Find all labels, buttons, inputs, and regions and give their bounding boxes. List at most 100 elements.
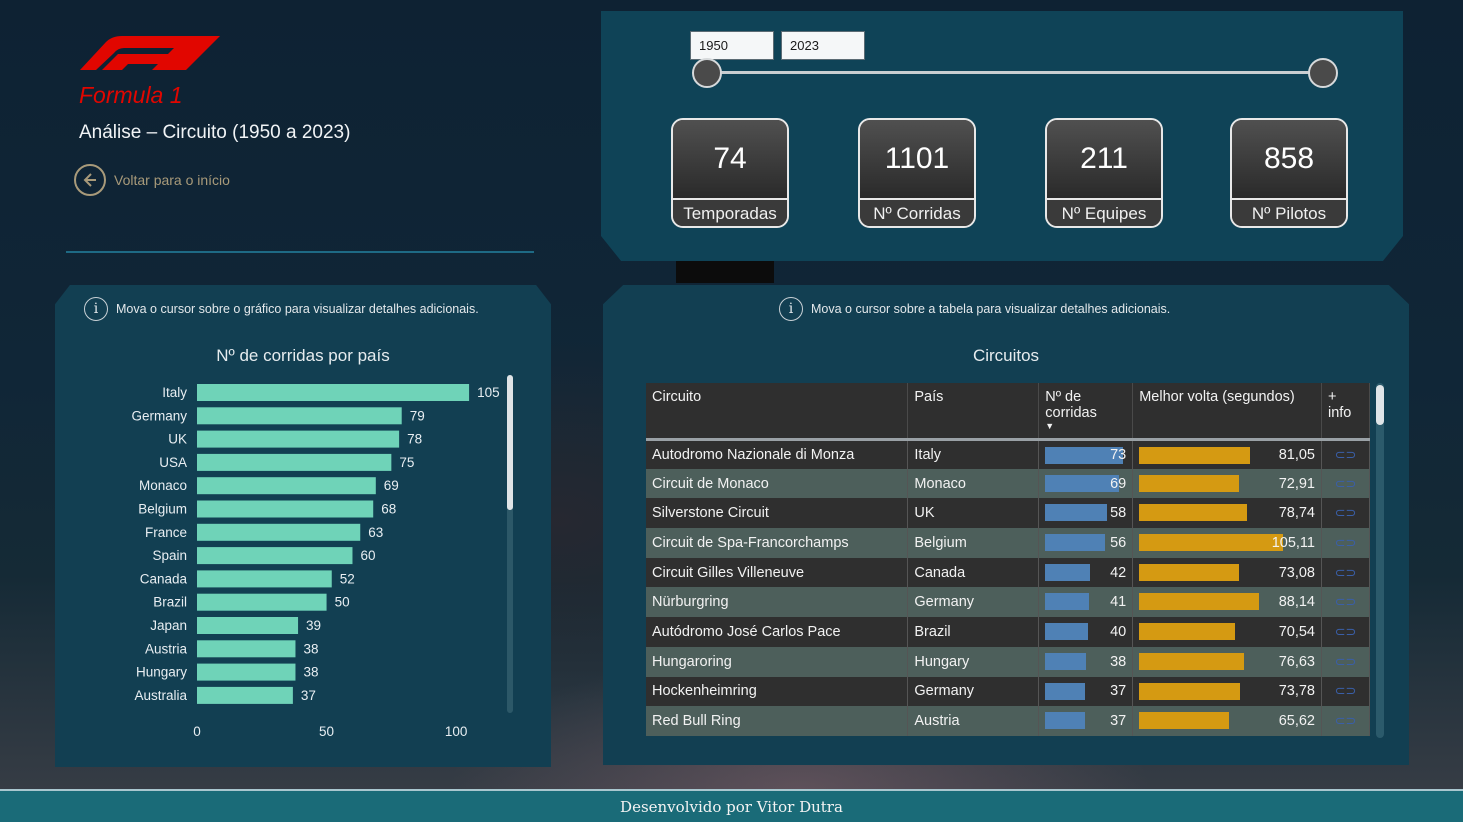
bar[interactable] [197, 663, 296, 681]
table-row[interactable]: Autódromo José Carlos Pace Brazil 40 70,54 ⊂… [646, 617, 1371, 647]
kpi-card-seasons: 74 Temporadas [671, 118, 789, 228]
cell-circuit: Hungaroring [646, 646, 909, 677]
bar[interactable] [197, 547, 353, 565]
cell-best-lap: 70,54 [1132, 617, 1322, 647]
column-header-country[interactable]: País [907, 383, 1040, 441]
kpi-races-value: 1101 [860, 120, 974, 198]
table-row[interactable]: Hockenheimring Germany 37 73,78 ⊂⊃ [646, 676, 1371, 707]
races-value: 37 [1110, 683, 1127, 700]
cell-best-lap: 72,91 [1132, 468, 1322, 499]
link-icon[interactable]: ⊂⊃ [1321, 439, 1371, 469]
bar[interactable] [197, 640, 296, 658]
info-icon: i [84, 297, 108, 321]
table-row[interactable]: Circuit Gilles Villeneuve Canada 42 73,08 ⊂⊃ [646, 557, 1371, 588]
arrow-left-icon[interactable] [74, 164, 106, 196]
link-icon[interactable]: ⊂⊃ [1321, 706, 1371, 736]
cell-races: 58 [1038, 498, 1134, 529]
cell-best-lap: 105,11 [1132, 528, 1322, 558]
data-label: 38 [303, 641, 318, 656]
cell-best-lap: 76,63 [1132, 646, 1322, 677]
races-value: 41 [1110, 594, 1127, 611]
link-icon[interactable]: ⊂⊃ [1321, 468, 1371, 499]
category-label: France [145, 525, 187, 540]
races-data-bar [1045, 623, 1088, 641]
link-icon[interactable]: ⊂⊃ [1321, 646, 1371, 677]
link-icon[interactable]: ⊂⊃ [1321, 557, 1371, 588]
races-data-bar [1045, 504, 1108, 522]
table-row[interactable]: Circuit de Monaco Monaco 69 72,91 ⊂⊃ [646, 468, 1371, 499]
f1-logo-graphic [80, 36, 220, 70]
cell-country: Brazil [907, 617, 1040, 647]
best-lap-value: 81,05 [1278, 446, 1315, 463]
bar[interactable] [197, 686, 293, 704]
bar[interactable] [197, 617, 299, 634]
table-scrollbar-thumb[interactable] [1376, 385, 1384, 425]
cell-best-lap: 81,05 [1132, 439, 1322, 469]
table-hint: i Mova o cursor sobre a tabela para visu… [779, 297, 1170, 321]
sort-desc-icon[interactable]: ▼ [1045, 421, 1126, 431]
table-row[interactable]: Nürburgring Germany 41 88,14 ⊂⊃ [646, 587, 1371, 618]
data-label: 69 [384, 478, 399, 493]
category-label: Italy [162, 385, 187, 400]
category-label: Japan [150, 618, 187, 633]
category-label: Canada [140, 571, 188, 586]
column-header-races-label[interactable]: Nº de corridas [1045, 389, 1097, 421]
table-hint-text: Mova o cursor sobre a tabela para visual… [811, 302, 1171, 316]
table-panel: i Mova o cursor sobre a tabela para visu… [603, 285, 1409, 765]
table-row[interactable]: Red Bull Ring Austria 37 65,62 ⊂⊃ [646, 706, 1371, 736]
best-lap-value: 73,08 [1278, 564, 1315, 581]
f1-logo [76, 30, 222, 74]
bar[interactable] [197, 407, 402, 425]
bar[interactable] [197, 523, 361, 541]
races-value: 58 [1110, 505, 1127, 522]
races-value: 40 [1110, 623, 1127, 640]
races-value: 73 [1110, 446, 1127, 463]
header-divider [66, 251, 534, 253]
column-header-races[interactable]: Nº de corridas ▼ [1038, 383, 1134, 441]
year-range-end-handle[interactable] [1308, 58, 1338, 88]
table-row[interactable]: Circuit de Spa-Francorchamps Belgium 56 105… [646, 528, 1371, 558]
year-end-input[interactable]: 2023 [781, 31, 865, 60]
year-range-slider-track[interactable] [708, 71, 1324, 74]
best-lap-value: 88,14 [1278, 594, 1315, 611]
bar[interactable] [197, 430, 400, 448]
page-title: Análise – Circuito (1950 a 2023) [79, 122, 351, 143]
link-icon[interactable]: ⊂⊃ [1321, 498, 1371, 529]
x-tick-label: 100 [445, 724, 468, 739]
best-lap-data-bar [1139, 446, 1250, 464]
column-header-more-info[interactable]: + info [1321, 383, 1371, 441]
year-range-start-handle[interactable] [692, 58, 722, 88]
chart-scrollbar-thumb[interactable] [507, 375, 513, 510]
link-icon[interactable]: ⊂⊃ [1321, 587, 1371, 618]
bar[interactable] [197, 453, 392, 471]
link-icon[interactable]: ⊂⊃ [1321, 528, 1371, 558]
link-icon[interactable]: ⊂⊃ [1321, 676, 1371, 707]
column-header-best-lap[interactable]: Melhor volta (segundos) [1132, 383, 1322, 441]
races-value: 42 [1110, 564, 1127, 581]
table-row[interactable]: Silverstone Circuit UK 58 78,74 ⊂⊃ [646, 498, 1371, 529]
kpi-card-teams: 211 Nº Equipes [1045, 118, 1163, 228]
table-scrollbar[interactable] [1376, 383, 1384, 738]
back-link-label[interactable]: Voltar para o início [114, 172, 230, 188]
cell-circuit: Red Bull Ring [646, 706, 909, 736]
bar[interactable] [197, 593, 327, 611]
table-row[interactable]: Hungaroring Hungary 38 76,63 ⊂⊃ [646, 646, 1371, 677]
column-header-circuit[interactable]: Circuito [646, 383, 909, 441]
cell-country: Austria [907, 706, 1040, 736]
info-icon: i [779, 297, 803, 321]
back-to-home-link[interactable]: Voltar para o início [74, 164, 230, 196]
year-start-input[interactable]: 1950 [690, 31, 774, 60]
bar[interactable] [197, 570, 332, 588]
best-lap-data-bar [1139, 682, 1240, 700]
link-icon[interactable]: ⊂⊃ [1321, 617, 1371, 647]
table-row[interactable]: Autodromo Nazionale di Monza Italy 73 81,05… [646, 439, 1371, 469]
bar[interactable] [197, 477, 376, 495]
cell-country: Canada [907, 557, 1040, 588]
bar[interactable] [197, 384, 470, 401]
cell-circuit: Nürburgring [646, 587, 909, 618]
bar[interactable] [197, 500, 374, 518]
races-by-country-bar-chart[interactable]: Italy 105 Germany 79 UK 78 USA 75 Monaco 69 Belgiu… [55, 370, 505, 740]
chart-scrollbar[interactable] [507, 375, 513, 713]
cell-races: 56 [1038, 528, 1134, 558]
table-body: Autodromo Nazionale di Monza Italy 73 81,05… [646, 439, 1371, 736]
